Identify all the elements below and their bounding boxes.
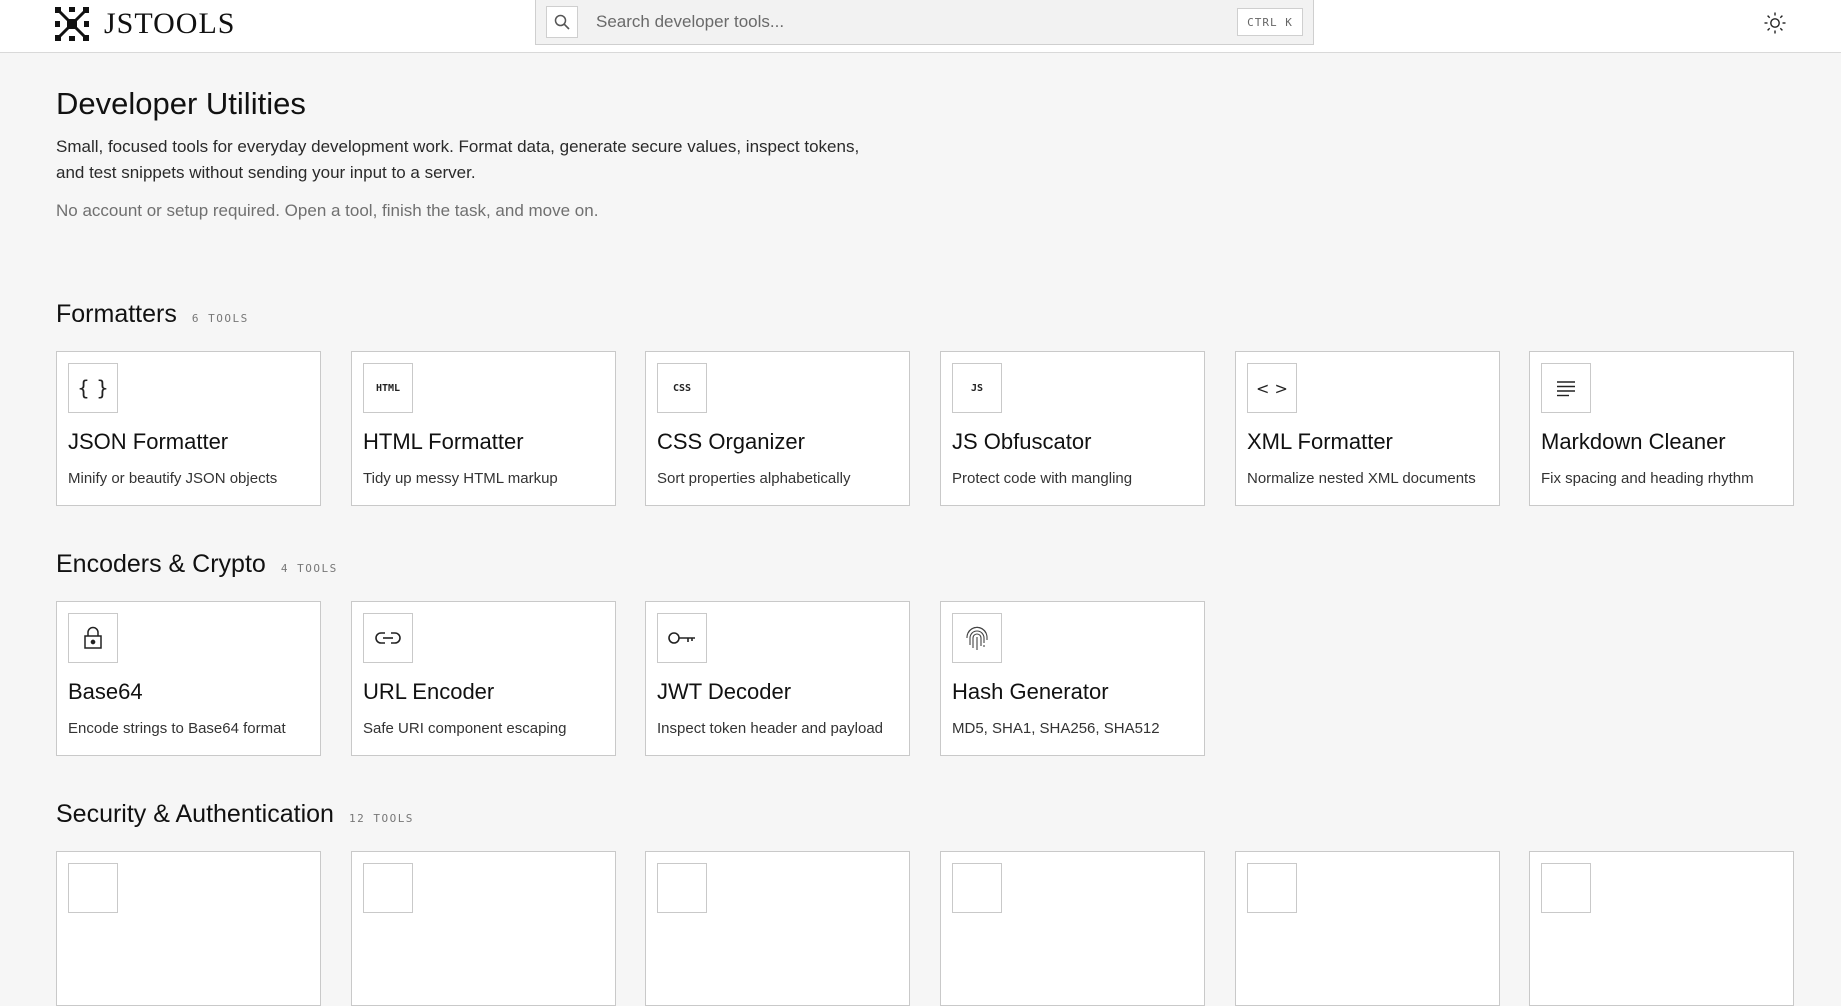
- section-count: 4 TOOLS: [280, 562, 338, 575]
- tool-card[interactable]: [351, 851, 616, 1006]
- section-count: 6 TOOLS: [191, 312, 249, 325]
- logo[interactable]: JSTOOLS: [55, 6, 235, 42]
- section-header-encoders-crypto: Encoders & Crypto 4 TOOLS: [56, 548, 338, 580]
- tool-card[interactable]: [56, 851, 321, 1006]
- sun-icon[interactable]: [1760, 10, 1790, 36]
- tool-card-hash-generator[interactable]: Hash Generator MD5, SHA1, SHA256, SHA512: [940, 601, 1205, 756]
- html-icon: HTML: [363, 363, 413, 413]
- tool-title: URL Encoder: [363, 679, 495, 704]
- js-icon: JS: [952, 363, 1002, 413]
- tool-icon: [1247, 863, 1297, 913]
- tool-description: Minify or beautify JSON objects: [68, 470, 278, 487]
- tool-card[interactable]: [940, 851, 1205, 1006]
- tool-card-url-encoder[interactable]: URL Encoder Safe URI component escaping: [351, 601, 616, 756]
- logo-icon: [55, 7, 89, 41]
- tool-title: JS Obfuscator: [952, 429, 1092, 454]
- tool-card[interactable]: [1529, 851, 1794, 1006]
- tool-title: Hash Generator: [952, 679, 1109, 704]
- tool-description: Inspect token header and payload: [657, 720, 884, 737]
- tool-title: JSON Formatter: [68, 429, 229, 454]
- section-title: Encoders & Crypto: [56, 550, 266, 578]
- section-header-security-authentication: Security & Authentication 12 TOOLS: [56, 798, 414, 830]
- tool-card-jwt-decoder[interactable]: JWT Decoder Inspect token header and pay…: [645, 601, 910, 756]
- tool-title: HTML Formatter: [363, 429, 524, 454]
- tool-title: Markdown Cleaner: [1541, 429, 1726, 454]
- page-title: Developer Utilities: [56, 86, 306, 121]
- tool-icon: [363, 863, 413, 913]
- tool-card[interactable]: [1235, 851, 1500, 1006]
- top-navigation-bar: JSTOOLS CTRL K: [0, 0, 1841, 53]
- tool-description: Fix spacing and heading rhythm: [1541, 470, 1754, 487]
- tool-description: Tidy up messy HTML markup: [363, 470, 558, 487]
- css-icon: CSS: [657, 363, 707, 413]
- braces-icon: { }: [68, 363, 118, 413]
- tool-card-base64[interactable]: Base64 Encode strings to Base64 format: [56, 601, 321, 756]
- section-header-formatters: Formatters 6 TOOLS: [56, 298, 249, 330]
- tool-description: Sort properties alphabetically: [657, 470, 851, 487]
- tool-title: XML Formatter: [1247, 429, 1393, 454]
- page-description: Small, focused tools for everyday develo…: [56, 137, 860, 182]
- search-input[interactable]: [596, 7, 1156, 37]
- page-note: No account or setup required. Open a too…: [56, 201, 599, 220]
- tool-description: Normalize nested XML documents: [1247, 470, 1476, 487]
- tool-description: Encode strings to Base64 format: [68, 720, 286, 737]
- tool-card-html-formatter[interactable]: HTML HTML Formatter Tidy up messy HTML m…: [351, 351, 616, 506]
- tool-title: Base64: [68, 679, 143, 704]
- section-count: 12 TOOLS: [348, 812, 414, 825]
- tool-title: CSS Organizer: [657, 429, 805, 454]
- tool-card-css-organizer[interactable]: CSS CSS Organizer Sort properties alphab…: [645, 351, 910, 506]
- tool-card-xml-formatter[interactable]: < > XML Formatter Normalize nested XML d…: [1235, 351, 1500, 506]
- text-lines-icon: [1541, 363, 1591, 413]
- tool-card-json-formatter[interactable]: { } JSON Formatter Minify or beautify JS…: [56, 351, 321, 506]
- logo-text: JSTOOLS: [104, 7, 236, 40]
- search-icon[interactable]: [546, 6, 578, 38]
- key-icon: [657, 613, 707, 663]
- tool-icon: [68, 863, 118, 913]
- tool-card-js-obfuscator[interactable]: JS JS Obfuscator Protect code with mangl…: [940, 351, 1205, 506]
- section-title: Security & Authentication: [56, 800, 334, 828]
- tool-description: Safe URI component escaping: [363, 720, 567, 737]
- link-icon: [363, 613, 413, 663]
- search-bar[interactable]: CTRL K: [535, 0, 1314, 45]
- tool-icon: [952, 863, 1002, 913]
- section-title: Formatters: [56, 300, 177, 328]
- tool-icon: [1541, 863, 1591, 913]
- tool-card-markdown-cleaner[interactable]: Markdown Cleaner Fix spacing and heading…: [1529, 351, 1794, 506]
- lock-icon: [68, 613, 118, 663]
- tool-card[interactable]: [645, 851, 910, 1006]
- tool-title: JWT Decoder: [657, 679, 792, 704]
- tool-description: MD5, SHA1, SHA256, SHA512: [952, 720, 1160, 737]
- fingerprint-icon: [952, 613, 1002, 663]
- keyboard-shortcut-badge: CTRL K: [1237, 8, 1303, 36]
- tool-icon: [657, 863, 707, 913]
- tool-description: Protect code with mangling: [952, 470, 1133, 487]
- code-brackets-icon: < >: [1247, 363, 1297, 413]
